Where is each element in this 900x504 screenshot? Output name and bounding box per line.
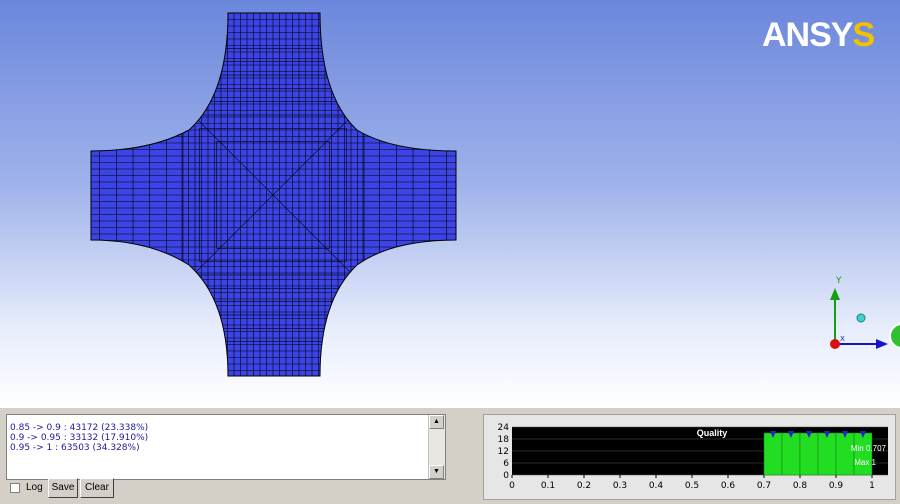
graphics-viewport[interactable]: ANSYS Y X <box>0 0 900 408</box>
y-tick-label: 0 <box>503 471 509 481</box>
log-checkbox[interactable] <box>10 483 20 493</box>
histogram-title: Quality <box>697 428 728 438</box>
x-tick-label: 0.9 <box>829 481 844 491</box>
coordinate-triad[interactable]: Y X <box>820 270 900 360</box>
logo-text: ANSY <box>762 16 853 54</box>
x-tick-label: 1 <box>869 481 875 491</box>
y-axis-arrow-icon <box>830 288 840 300</box>
x-tick-label: 0.7 <box>757 481 771 491</box>
histogram-bar <box>835 432 855 476</box>
log-checkbox-label: Log <box>26 482 43 493</box>
x-tick-label: 0.2 <box>577 481 591 491</box>
histogram-bar <box>799 432 819 476</box>
histogram-max-label: Max 1 <box>854 458 876 467</box>
y-tick-label: 12 <box>498 447 509 457</box>
x-tick-label: 0.8 <box>793 481 808 491</box>
scroll-up-icon[interactable]: ▲ <box>429 415 444 429</box>
x-tick-label: 0 <box>509 481 515 491</box>
x-tick-label: 0.4 <box>649 481 664 491</box>
message-log[interactable]: 0.85 -> 0.9 : 43172 (23.338%) 0.9 -> 0.9… <box>6 414 446 480</box>
x-tick-label: 0.3 <box>613 481 627 491</box>
y-tick-label: 18 <box>498 435 510 445</box>
clear-button[interactable]: Clear <box>80 478 114 498</box>
view-sphere-icon <box>856 313 866 323</box>
bottom-panel: 0.85 -> 0.9 : 43172 (23.338%) 0.9 -> 0.9… <box>0 408 900 504</box>
histogram-chart: 24 18 12 6 00 0.1 0.2 0.3 0.4 0.5 0.6 0.7 0.8 0.9 1 Qua… <box>498 423 888 491</box>
histogram-min-label: Min 0.707 <box>851 444 887 453</box>
fit-view-icon <box>889 323 900 349</box>
x-tick-label: 0.1 <box>541 481 555 491</box>
y-axis-label: Y <box>835 276 842 286</box>
log-scrollbar[interactable]: ▲ ▼ <box>428 415 445 479</box>
x-tick-label: 0.5 <box>685 481 699 491</box>
x-axis-arrow-icon <box>876 339 888 349</box>
y-tick-label: 24 <box>498 423 510 433</box>
quality-histogram[interactable]: 24 18 12 6 0 0 0.1 0.2 0.3 0.4 0.5 0.6 0.7 0.8 0.9 1 Qua… <box>483 414 896 500</box>
ansys-logo: ANSYS <box>762 16 875 55</box>
histogram-bar <box>763 432 783 476</box>
histogram-bar <box>853 432 873 476</box>
save-button[interactable]: Save <box>48 478 78 498</box>
y-tick-label: 6 <box>503 459 509 469</box>
x-axis-label: X <box>840 335 845 343</box>
mesh-display <box>90 12 457 377</box>
scroll-down-icon[interactable]: ▼ <box>429 465 444 479</box>
x-tick-label: 0.6 <box>721 481 736 491</box>
log-line: 0.85 -> 0.9 : 43172 (23.338%) <box>10 423 149 433</box>
logo-accent: S <box>852 16 875 54</box>
origin-icon <box>830 339 840 349</box>
log-line: 0.95 -> 1 : 63503 (34.328%) <box>10 443 140 453</box>
log-line: 0.9 -> 0.95 : 33132 (17.910%) <box>10 433 149 443</box>
histogram-bar <box>781 432 801 476</box>
log-text: 0.85 -> 0.9 : 43172 (23.338%) 0.9 -> 0.9… <box>10 423 148 453</box>
histogram-bar <box>817 432 837 476</box>
